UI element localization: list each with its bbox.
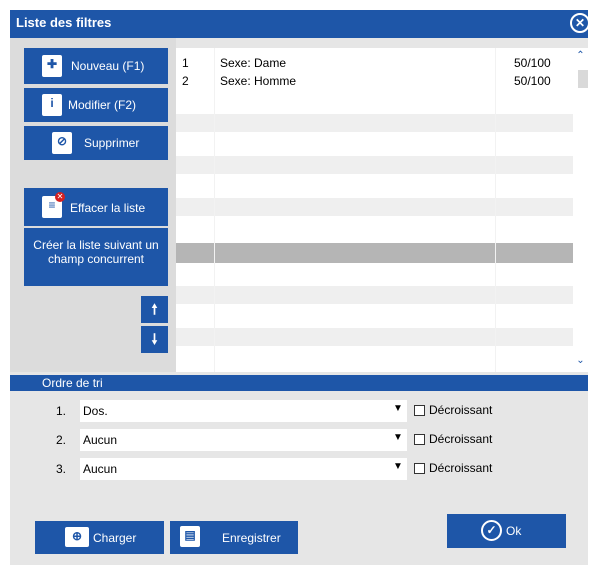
sort-field-select[interactable]: Aucun ▼ <box>80 429 407 451</box>
row-label: Sexe: Homme <box>220 74 297 88</box>
sort-row-3: 3. Aucun ▼ Décroissant <box>10 458 588 480</box>
delete-button[interactable]: ⊘ Supprimer <box>24 126 168 160</box>
sort-field-value: Aucun <box>83 433 118 447</box>
sort-row-number: 3. <box>56 462 67 476</box>
row-label: Sexe: Dame <box>220 56 287 70</box>
floppy-disk-icon: ▤ <box>180 526 200 547</box>
table-row[interactable]: 1 Sexe: Dame 50/100 <box>176 54 573 71</box>
scroll-thumb[interactable] <box>578 70 588 88</box>
ok-button[interactable]: ✓ Ok <box>447 514 566 548</box>
delete-button-label: Supprimer <box>84 136 140 150</box>
descending-label: Décroissant <box>429 461 493 475</box>
sort-row-number: 2. <box>56 433 67 447</box>
descending-label: Décroissant <box>429 432 493 446</box>
create-list-button[interactable]: Créer la liste suivant un champ concurre… <box>24 228 168 286</box>
row-value: 50/100 <box>514 74 551 88</box>
clear-list-label: Effacer la liste <box>70 201 146 215</box>
modify-button-label: Modifier (F2) <box>68 98 137 112</box>
save-button[interactable]: ▤ Enregistrer <box>170 521 298 554</box>
clear-list-button[interactable]: ≡ ✕ Effacer la liste <box>24 188 168 226</box>
check-circle-icon: ✓ <box>481 520 502 541</box>
folder-icon: ⊕ <box>65 527 89 547</box>
new-document-icon: ✚ <box>42 55 62 77</box>
info-document-icon: i <box>42 94 62 116</box>
empty-row <box>176 286 573 304</box>
table-row[interactable]: 2 Sexe: Homme 50/100 <box>176 72 573 89</box>
sort-row-1: 1. Dos. ▼ Décroissant <box>10 400 588 422</box>
column-divider <box>214 48 215 372</box>
title-bar: Liste des filtres ✕ <box>10 10 590 38</box>
sort-order-header: Ordre de tri <box>10 375 588 391</box>
empty-row <box>176 328 573 346</box>
column-divider <box>495 48 496 372</box>
delete-document-icon: ⊘ <box>52 132 72 154</box>
window-title: Liste des filtres <box>16 15 112 30</box>
new-button[interactable]: ✚ Nouveau (F1) <box>24 48 168 84</box>
empty-row <box>176 198 573 216</box>
chevron-down-icon: ▼ <box>393 461 403 472</box>
scroll-up-icon[interactable]: ⌃ <box>575 50 586 61</box>
create-list-label: Créer la liste suivant un champ concurre… <box>33 238 159 266</box>
row-number: 2 <box>182 74 189 88</box>
sort-field-select[interactable]: Dos. ▼ <box>80 400 407 422</box>
sort-field-value: Aucun <box>83 462 118 476</box>
row-value: 50/100 <box>514 56 551 70</box>
save-button-label: Enregistrer <box>222 531 281 545</box>
filter-list-grid[interactable]: 1 Sexe: Dame 50/100 2 Sexe: Homme 50/100 <box>176 48 573 372</box>
empty-row <box>176 156 573 174</box>
sort-field-value: Dos. <box>83 404 108 418</box>
move-down-icon[interactable]: 🠗 <box>141 326 168 353</box>
chevron-down-icon: ▼ <box>393 403 403 414</box>
modify-button[interactable]: i Modifier (F2) <box>24 88 168 122</box>
selected-row[interactable] <box>176 243 573 263</box>
row-number: 1 <box>182 56 189 70</box>
filter-list-window: Liste des filtres ✕ ✚ Nouveau (F1) i Mod… <box>0 0 590 565</box>
descending-checkbox[interactable] <box>414 463 425 474</box>
sort-field-select[interactable]: Aucun ▼ <box>80 458 407 480</box>
clear-list-icon: ≡ ✕ <box>42 192 65 218</box>
descending-checkbox[interactable] <box>414 405 425 416</box>
close-icon[interactable]: ✕ <box>570 13 590 33</box>
sort-row-number: 1. <box>56 404 67 418</box>
sort-row-2: 2. Aucun ▼ Décroissant <box>10 429 588 451</box>
scroll-down-icon[interactable]: ⌄ <box>575 355 586 366</box>
sort-order-title: Ordre de tri <box>42 376 103 390</box>
move-up-icon[interactable]: 🠕 <box>141 296 168 323</box>
ok-button-label: Ok <box>506 524 522 538</box>
empty-row <box>176 114 573 132</box>
new-button-label: Nouveau (F1) <box>71 59 145 73</box>
list-scrollbar[interactable]: ⌃ ⌄ <box>573 48 588 372</box>
load-button-label: Charger <box>93 531 137 545</box>
load-button[interactable]: ⊕ Charger <box>35 521 164 554</box>
descending-checkbox[interactable] <box>414 434 425 445</box>
chevron-down-icon: ▼ <box>393 432 403 443</box>
descending-label: Décroissant <box>429 403 493 417</box>
